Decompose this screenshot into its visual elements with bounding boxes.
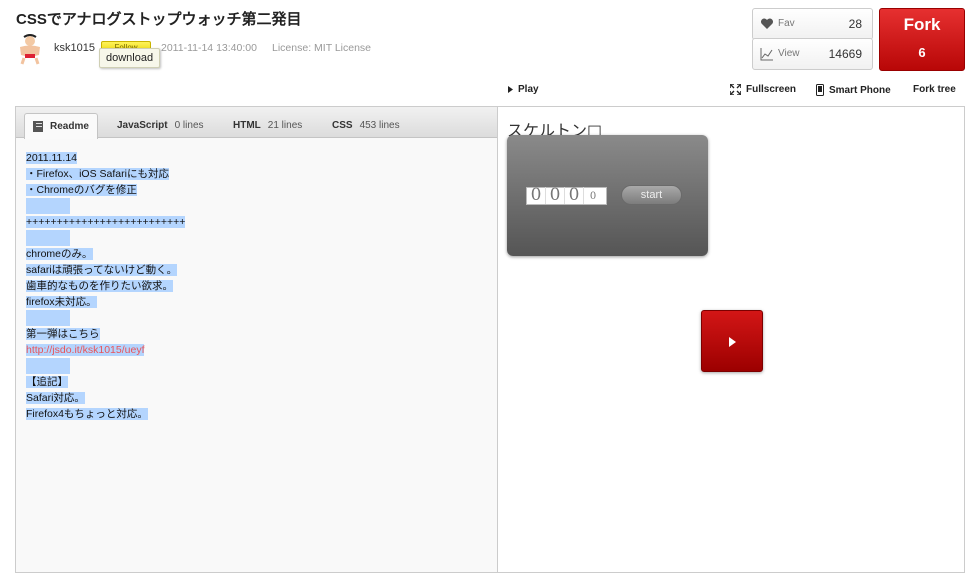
stopwatch-widget: 0 0 0 0 start (507, 135, 708, 256)
stopwatch-counter: 0 0 0 0 (526, 187, 607, 205)
tab-javascript[interactable]: JavaScript 0 lines (109, 113, 212, 138)
tab-label: HTML (233, 120, 261, 131)
play-icon (508, 86, 513, 93)
view-label: View (778, 48, 800, 59)
tab-label: JavaScript (117, 120, 168, 131)
play-button[interactable] (701, 310, 763, 372)
readme-line: 【追記】 (26, 376, 68, 388)
readme-line: ・Firefox、iOS Safariにも対応 (26, 168, 169, 180)
smartphone-label: Smart Phone (829, 84, 891, 96)
readme-content: 2011.11.14 ・Firefox、iOS Safariにも対応 ・Chro… (26, 150, 186, 422)
counter-digit: 0 (589, 191, 597, 202)
license-text: License: MIT License (272, 42, 372, 54)
tab-lines: 453 lines (359, 120, 400, 131)
view-count: 14669 (828, 47, 862, 61)
fav-count: 28 (848, 17, 862, 31)
smartphone-icon (816, 84, 824, 96)
readme-line: Safari対応。 (26, 392, 85, 404)
readme-line: http://jsdo.it/ksk1015/ueyf (26, 342, 185, 358)
readme-line (26, 230, 185, 246)
readme-line (26, 310, 185, 326)
readme-line (26, 198, 185, 214)
tab-readme[interactable]: Readme (24, 113, 98, 139)
fullscreen-link[interactable]: Fullscreen (730, 84, 796, 95)
avatar[interactable] (15, 33, 45, 65)
readme-line: 2011.11.14 (26, 152, 77, 164)
tab-css[interactable]: CSS 453 lines (324, 113, 408, 138)
readme-line: safariは頑張ってないけど動く。 (26, 264, 178, 276)
page: CSSでアナログストップウォッチ第二発目 ksk1015 Follow down… (0, 0, 978, 582)
preview-panel: スケルトン□ 0 0 0 0 start (498, 106, 965, 573)
counter-digit: 0 (527, 187, 546, 204)
tab-lines: 21 lines (267, 120, 303, 131)
fork-count: 6 (918, 45, 926, 60)
page-title: CSSでアナログストップウォッチ第二発目 (16, 11, 302, 28)
readme-line: chromeのみ。 (26, 248, 93, 260)
counter-digit: 0 (546, 187, 565, 204)
readme-line: ++++++++++++++++++++++++++ (26, 216, 186, 228)
readme-line: 歯車的なものを作りたい欲求。 (26, 280, 173, 292)
forktree-label: Fork tree (913, 84, 956, 95)
tab-label: CSS (332, 120, 353, 131)
play-icon (729, 337, 736, 347)
forktree-link[interactable]: Fork tree (913, 84, 956, 95)
start-button[interactable]: start (621, 185, 682, 205)
play-label: Play (518, 84, 539, 95)
readme-line (26, 358, 185, 374)
fullscreen-label: Fullscreen (746, 84, 797, 95)
fav-button[interactable]: Fav 28 (752, 8, 873, 40)
tab-html[interactable]: HTML 21 lines (225, 113, 310, 138)
smartphone-link[interactable]: Smart Phone (816, 84, 891, 96)
tab-label: Readme (50, 121, 89, 132)
author-link[interactable]: ksk1015 (54, 42, 95, 54)
play-link[interactable]: Play (508, 84, 539, 95)
fork-label: Fork (903, 15, 941, 34)
fav-label: Fav (778, 18, 795, 29)
readme-line: ・Chromeのバグを修正 (26, 184, 137, 196)
download-tooltip: download (99, 48, 161, 68)
code-panel: Readme JavaScript 0 lines HTML 21 lines … (15, 106, 498, 573)
heart-icon (760, 18, 774, 29)
readme-line: 第一弾はこちら (26, 328, 100, 340)
fork-button[interactable]: Fork 6 (879, 8, 965, 71)
post-date: 2011-11-14 13:40:00 (161, 42, 257, 54)
fullscreen-icon (730, 84, 741, 95)
document-icon (33, 121, 43, 132)
readme-line: firefox未対応。 (26, 296, 97, 308)
code-tabs: Readme JavaScript 0 lines HTML 21 lines … (16, 107, 497, 139)
counter-digit: 0 (565, 187, 584, 204)
tab-lines: 0 lines (174, 120, 204, 131)
readme-line: Firefox4もちょっと対応。 (26, 408, 148, 420)
line-chart-icon (760, 48, 773, 61)
readme-link[interactable]: http://jsdo.it/ksk1015/ueyf (26, 344, 145, 356)
view-stat: View 14669 (752, 38, 873, 70)
